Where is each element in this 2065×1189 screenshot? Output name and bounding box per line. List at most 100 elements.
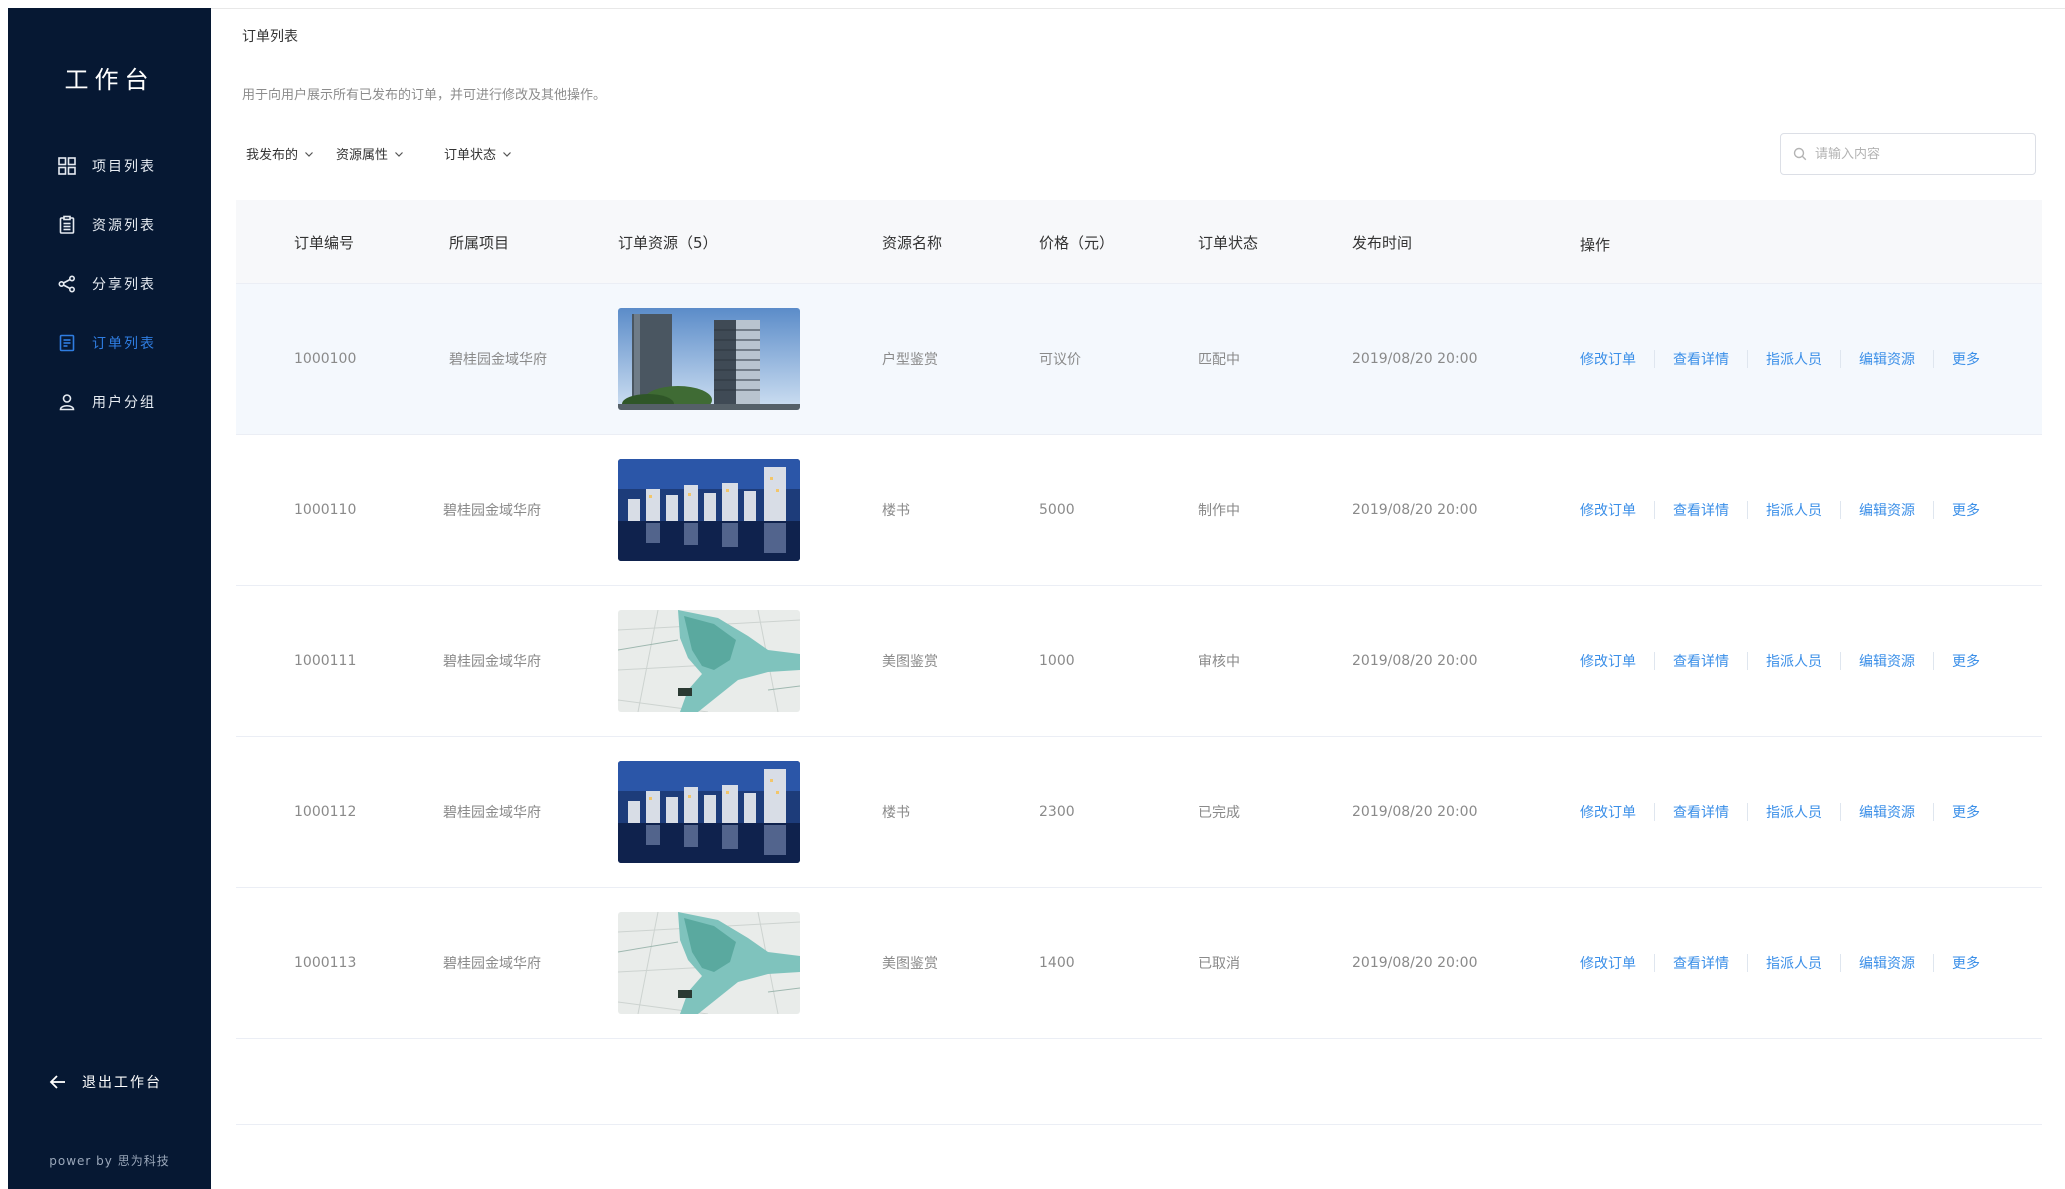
header-actions: 操作 — [1580, 235, 1611, 254]
search-box[interactable] — [1780, 133, 2036, 175]
view-details-link[interactable]: 查看详情 — [1673, 349, 1729, 369]
header-order-id: 订单编号 — [294, 233, 355, 252]
divider — [1933, 350, 1934, 368]
cell-resource-thumb — [618, 888, 800, 1038]
view-details-link[interactable]: 查看详情 — [1673, 802, 1729, 822]
cell-price: 可议价 — [1039, 352, 1081, 368]
cell-project: 碧桂园金域华府 — [443, 503, 541, 519]
divider — [1747, 652, 1748, 670]
cell-project: 碧桂园金域华府 — [449, 352, 547, 368]
sidebar-item-label: 项目列表 — [92, 158, 156, 175]
user-icon — [56, 391, 78, 413]
logout-button[interactable]: 退出工作台 — [48, 1072, 162, 1092]
resource-thumbnail[interactable] — [618, 761, 800, 863]
more-link[interactable]: 更多 — [1952, 802, 1980, 822]
cell-order-id: 1000111 — [294, 653, 357, 669]
assign-staff-link[interactable]: 指派人员 — [1766, 651, 1822, 671]
chevron-down-icon — [305, 151, 313, 157]
edit-resource-link[interactable]: 编辑资源 — [1859, 953, 1915, 973]
cell-project: 碧桂园金域华府 — [443, 956, 541, 972]
sidebar-item-projects[interactable]: 项目列表 — [8, 136, 211, 195]
resource-thumbnail[interactable] — [618, 308, 800, 410]
edit-order-link[interactable]: 修改订单 — [1580, 500, 1636, 520]
cell-resource-name: 美图鉴赏 — [882, 654, 938, 670]
edit-resource-link[interactable]: 编辑资源 — [1859, 651, 1915, 671]
table-row[interactable]: 1000111 碧桂园金域华府 美图鉴赏 1000 审核中 2019/08/20… — [236, 586, 2042, 737]
cell-resource-name: 美图鉴赏 — [882, 956, 938, 972]
edit-order-link[interactable]: 修改订单 — [1580, 802, 1636, 822]
table-row[interactable]: 1000100 碧桂园金域华府 户型鉴赏 可议价 匹配中 2019/08/20 … — [236, 284, 2042, 435]
assign-staff-link[interactable]: 指派人员 — [1766, 349, 1822, 369]
sidebar-item-shares[interactable]: 分享列表 — [8, 254, 211, 313]
edit-order-link[interactable]: 修改订单 — [1580, 349, 1636, 369]
table-row[interactable]: 1000110 碧桂园金域华府 楼书 5000 制作中 2019/08/20 2… — [236, 435, 2042, 586]
cell-actions: 修改订单 查看详情 指派人员 编辑资源 更多 — [1580, 737, 1980, 887]
resource-thumbnail[interactable] — [618, 912, 800, 1014]
filter-label: 资源属性 — [336, 148, 389, 163]
divider — [1747, 954, 1748, 972]
search-input[interactable] — [1815, 146, 2015, 162]
divider — [1840, 954, 1841, 972]
resource-thumbnail[interactable] — [618, 459, 800, 561]
edit-resource-link[interactable]: 编辑资源 — [1859, 500, 1915, 520]
more-link[interactable]: 更多 — [1952, 953, 1980, 973]
cell-publish-time: 2019/08/20 20:00 — [1352, 351, 1478, 367]
filter-my-published[interactable]: 我发布的 — [246, 144, 314, 163]
cell-actions: 修改订单 查看详情 指派人员 编辑资源 更多 — [1580, 284, 1980, 434]
divider — [1747, 350, 1748, 368]
cell-status: 审核中 — [1198, 654, 1240, 670]
cell-order-id: 1000100 — [294, 351, 357, 367]
table-header: 订单编号 所属项目 订单资源（5） 资源名称 价格（元） 订单状态 发布时间 操… — [236, 200, 2042, 284]
sidebar-item-user-groups[interactable]: 用户分组 — [8, 372, 211, 431]
view-details-link[interactable]: 查看详情 — [1673, 953, 1729, 973]
assign-staff-link[interactable]: 指派人员 — [1766, 500, 1822, 520]
cell-actions: 修改订单 查看详情 指派人员 编辑资源 更多 — [1580, 586, 1980, 736]
brand-title: 工作台 — [64, 66, 155, 94]
logout-label: 退出工作台 — [82, 1075, 162, 1091]
cell-resource-thumb — [618, 284, 800, 434]
cell-price: 5000 — [1039, 502, 1075, 518]
edit-resource-link[interactable]: 编辑资源 — [1859, 349, 1915, 369]
view-details-link[interactable]: 查看详情 — [1673, 500, 1729, 520]
more-link[interactable]: 更多 — [1952, 349, 1980, 369]
cell-order-id: 1000113 — [294, 955, 357, 971]
cell-publish-time: 2019/08/20 20:00 — [1352, 502, 1478, 518]
edit-order-link[interactable]: 修改订单 — [1580, 651, 1636, 671]
resource-thumbnail[interactable] — [618, 610, 800, 712]
divider — [1654, 803, 1655, 821]
edit-order-link[interactable]: 修改订单 — [1580, 953, 1636, 973]
sidebar-item-resources[interactable]: 资源列表 — [8, 195, 211, 254]
divider — [1933, 652, 1934, 670]
document-icon — [56, 332, 78, 354]
divider — [1840, 803, 1841, 821]
divider — [1840, 350, 1841, 368]
table-row[interactable]: 1000113 碧桂园金域华府 美图鉴赏 1400 已取消 2019/08/20… — [236, 888, 2042, 1039]
assign-staff-link[interactable]: 指派人员 — [1766, 953, 1822, 973]
cell-resource-thumb — [618, 737, 800, 887]
filter-order-status[interactable]: 订单状态 — [444, 144, 512, 163]
cell-price: 1400 — [1039, 955, 1075, 971]
more-link[interactable]: 更多 — [1952, 500, 1980, 520]
cell-order-id: 1000110 — [294, 502, 357, 518]
cell-status: 已完成 — [1198, 805, 1240, 821]
cell-resource-name: 户型鉴赏 — [882, 352, 938, 368]
sidebar-item-orders[interactable]: 订单列表 — [8, 313, 211, 372]
table-row[interactable]: 1000112 碧桂园金域华府 楼书 2300 已完成 2019/08/20 2… — [236, 737, 2042, 888]
cell-status: 匹配中 — [1198, 352, 1240, 368]
divider — [1933, 501, 1934, 519]
page-description: 用于向用户展示所有已发布的订单，并可进行修改及其他操作。 — [242, 88, 607, 103]
sidebar-item-label: 订单列表 — [92, 335, 156, 352]
sidebar-nav: 项目列表 资源列表 分享列表 订单列表 用户分组 — [8, 136, 211, 431]
chevron-down-icon — [503, 151, 511, 157]
view-details-link[interactable]: 查看详情 — [1673, 651, 1729, 671]
edit-resource-link[interactable]: 编辑资源 — [1859, 802, 1915, 822]
assign-staff-link[interactable]: 指派人员 — [1766, 802, 1822, 822]
divider — [1654, 350, 1655, 368]
divider — [1747, 501, 1748, 519]
divider — [1654, 501, 1655, 519]
more-link[interactable]: 更多 — [1952, 651, 1980, 671]
filter-resource-attribute[interactable]: 资源属性 — [336, 144, 404, 163]
header-publish-time: 发布时间 — [1352, 233, 1413, 252]
header-resource-name: 资源名称 — [882, 233, 943, 252]
share-icon — [56, 273, 78, 295]
